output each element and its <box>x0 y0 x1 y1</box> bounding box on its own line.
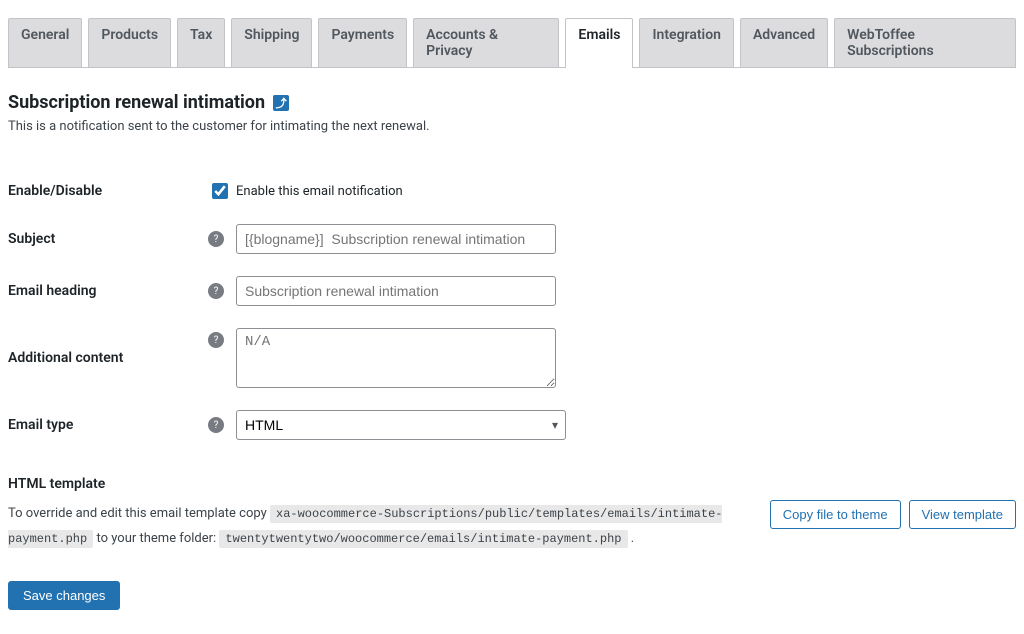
copy-file-to-theme-button[interactable]: Copy file to theme <box>770 500 901 529</box>
enable-checkbox-label: Enable this email notification <box>236 184 403 199</box>
tab-accounts-privacy[interactable]: Accounts & Privacy <box>413 18 559 67</box>
tab-advanced[interactable]: Advanced <box>740 18 828 67</box>
tab-emails[interactable]: Emails <box>565 18 633 67</box>
email-type-label: Email type <box>8 410 208 440</box>
section-title: Subscription renewal intimation ⤴ <box>8 92 1016 113</box>
template-dest-path: twentytwentytwo/woocommerce/emails/intim… <box>219 530 627 548</box>
tab-shipping[interactable]: Shipping <box>231 18 312 67</box>
subject-label: Subject <box>8 224 208 254</box>
help-icon[interactable]: ? <box>208 283 224 299</box>
subject-input[interactable] <box>236 224 556 254</box>
help-icon[interactable]: ? <box>208 231 224 247</box>
section-title-text: Subscription renewal intimation <box>8 92 265 113</box>
email-type-select[interactable]: HTML <box>236 410 566 440</box>
additional-content-label: Additional content <box>8 328 208 388</box>
settings-tabs: General Products Tax Shipping Payments A… <box>8 0 1016 68</box>
tab-payments[interactable]: Payments <box>318 18 407 67</box>
html-template-heading: HTML template <box>8 476 1016 492</box>
tab-general[interactable]: General <box>8 18 82 67</box>
help-icon[interactable]: ? <box>208 332 224 348</box>
additional-content-input[interactable] <box>236 328 556 388</box>
view-template-button[interactable]: View template <box>909 500 1016 529</box>
back-icon[interactable]: ⤴ <box>273 95 289 111</box>
tab-products[interactable]: Products <box>88 18 171 67</box>
tab-integration[interactable]: Integration <box>639 18 733 67</box>
email-heading-input[interactable] <box>236 276 556 306</box>
section-description: This is a notification sent to the custo… <box>8 119 1016 134</box>
enable-checkbox[interactable] <box>212 183 228 199</box>
tab-webtoffee-subscriptions[interactable]: WebToffee Subscriptions <box>834 18 1016 67</box>
heading-label: Email heading <box>8 276 208 306</box>
enable-label: Enable/Disable <box>8 180 208 202</box>
save-changes-button[interactable]: Save changes <box>8 581 120 610</box>
tab-tax[interactable]: Tax <box>177 18 225 67</box>
help-icon[interactable]: ? <box>208 417 224 433</box>
